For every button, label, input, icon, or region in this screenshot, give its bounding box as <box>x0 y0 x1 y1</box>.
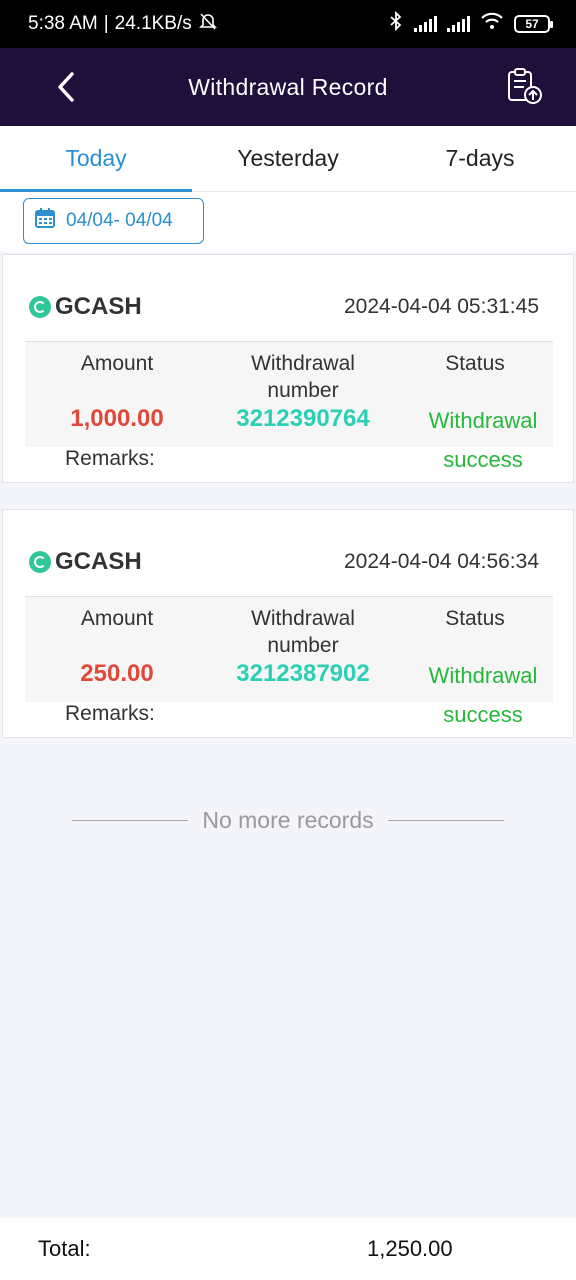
end-of-list: No more records <box>0 800 576 840</box>
divider-line <box>387 819 504 821</box>
tab-7-days[interactable]: 7-days <box>384 126 576 191</box>
date-range-tabs: Today Yesterday 7-days <box>0 126 576 192</box>
divider-line <box>72 819 189 821</box>
withdrawal-number-label: Withdrawal number <box>251 352 355 402</box>
status-time: 5:38 AM <box>28 13 98 34</box>
record-amount: 1,000.00 <box>70 405 164 432</box>
payment-method: GCASH <box>29 293 142 321</box>
signal-icon <box>414 16 437 32</box>
total-value: 1,250.00 <box>367 1236 453 1261</box>
tab-yesterday[interactable]: Yesterday <box>192 126 384 191</box>
record-card[interactable]: GCASH 2024-04-04 05:31:45 Amount Withdra… <box>2 254 574 483</box>
signal-icon-2 <box>447 16 470 32</box>
date-range-label: 04/04- 04/04 <box>66 210 173 231</box>
record-datetime: 2024-04-04 04:56:34 <box>344 550 539 573</box>
date-filter-bar: 04/04- 04/04 <box>0 192 576 252</box>
record-status: Withdrawal success <box>428 663 538 727</box>
remarks-label: Remarks: <box>65 702 155 725</box>
gcash-logo-icon <box>29 551 51 573</box>
amount-label: Amount <box>80 607 154 630</box>
record-card[interactable]: GCASH 2024-04-04 04:56:34 Amount Withdra… <box>2 509 574 738</box>
status-speed: 24.1KB/s <box>114 13 192 34</box>
withdrawal-number-label: Withdrawal number <box>251 607 355 657</box>
total-label: Total: <box>38 1236 91 1261</box>
calendar-icon <box>34 207 56 235</box>
wifi-icon <box>480 12 504 36</box>
status-label: Status <box>445 352 505 375</box>
total-footer: Total: 1,250.00 <box>0 1218 576 1280</box>
remarks-label: Remarks: <box>65 447 155 470</box>
record-status: Withdrawal success <box>428 408 538 472</box>
record-datetime: 2024-04-04 05:31:45 <box>344 295 539 318</box>
status-label: Status <box>445 607 505 630</box>
amount-label: Amount <box>80 352 154 375</box>
mute-bell-icon <box>198 11 218 37</box>
back-arrow-icon[interactable] <box>52 70 82 104</box>
record-amount: 250.00 <box>80 660 154 687</box>
status-bar: 5:38 AM | 24.1KB/s 57 <box>0 0 576 48</box>
bluetooth-icon <box>388 10 404 37</box>
date-range-button[interactable]: 04/04- 04/04 <box>23 198 204 244</box>
no-more-records-text: No more records <box>202 806 374 833</box>
battery-icon: 57 <box>514 15 553 33</box>
record-withdrawal-number: 3212390764 <box>236 405 370 432</box>
payment-method: GCASH <box>29 548 142 576</box>
app-header: Withdrawal Record <box>0 48 576 126</box>
gcash-logo-icon <box>29 296 51 318</box>
status-separator: | <box>103 13 109 34</box>
page-title: Withdrawal Record <box>188 73 388 100</box>
record-withdrawal-number: 3212387902 <box>236 660 370 687</box>
clipboard-upload-icon[interactable] <box>506 66 544 106</box>
tab-today[interactable]: Today <box>0 126 192 192</box>
